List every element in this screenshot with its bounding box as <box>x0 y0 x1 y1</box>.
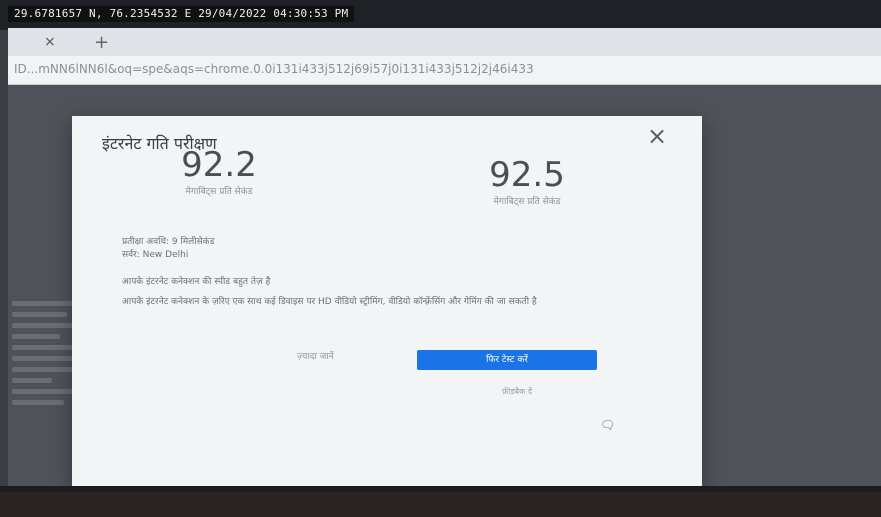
tab-bar: × + <box>8 28 881 56</box>
monitor-bezel-bottom <box>0 486 881 517</box>
address-bar[interactable]: ID...mNN6lNN6l&oq=spe&aqs=chrome.0.0i131… <box>8 56 881 85</box>
screen: × + ID...mNN6lNN6l&oq=spe&aqs=chrome.0.0… <box>8 28 881 486</box>
download-unit: मेगाबिट्स प्रति सेकंड <box>185 187 253 197</box>
tab-close-icon[interactable]: × <box>44 34 56 50</box>
learn-more-link[interactable]: ज़्यादा जानें <box>297 349 334 362</box>
description-text: आपके इंटरनेट कनेक्शन के ज़रिए एक साथ कई … <box>122 297 537 307</box>
server-text: सर्वर: New Delhi <box>122 250 189 260</box>
feedback-link[interactable]: फ़ीडबैक दें <box>502 386 532 397</box>
latency-text: प्रतीक्षा अवधि: 9 मिलीसेकंड <box>122 237 215 247</box>
monitor-bezel-top: 29.6781657 N, 76.2354532 E 29/04/2022 04… <box>0 0 881 30</box>
retry-button[interactable]: फिर टेस्ट करें <box>417 350 597 370</box>
upload-metric: 92.5 मेगाबिट्स प्रति सेकंड <box>452 156 602 207</box>
chat-icon[interactable]: 🗨 <box>600 418 615 432</box>
status-text: आपके इंटरनेट कनेक्शन की स्पीड बहुत तेज़ … <box>122 277 271 287</box>
download-value: 92.2 <box>181 145 257 185</box>
url-text[interactable]: ID...mNN6lNN6l&oq=spe&aqs=chrome.0.0i131… <box>14 62 534 76</box>
new-tab-icon[interactable]: + <box>94 32 109 53</box>
background-text-lines <box>8 295 78 475</box>
gps-timestamp: 29.6781657 N, 76.2354532 E 29/04/2022 04… <box>8 6 355 22</box>
speed-test-dialog: इंटरनेट गति परीक्षण × 92.2 मेगाबिट्स प्र… <box>72 116 702 486</box>
close-icon[interactable]: × <box>647 122 667 150</box>
upload-unit: मेगाबिट्स प्रति सेकंड <box>493 197 561 207</box>
upload-value: 92.5 <box>489 155 565 195</box>
download-metric: 92.2 मेगाबिट्स प्रति सेकंड <box>144 146 294 197</box>
